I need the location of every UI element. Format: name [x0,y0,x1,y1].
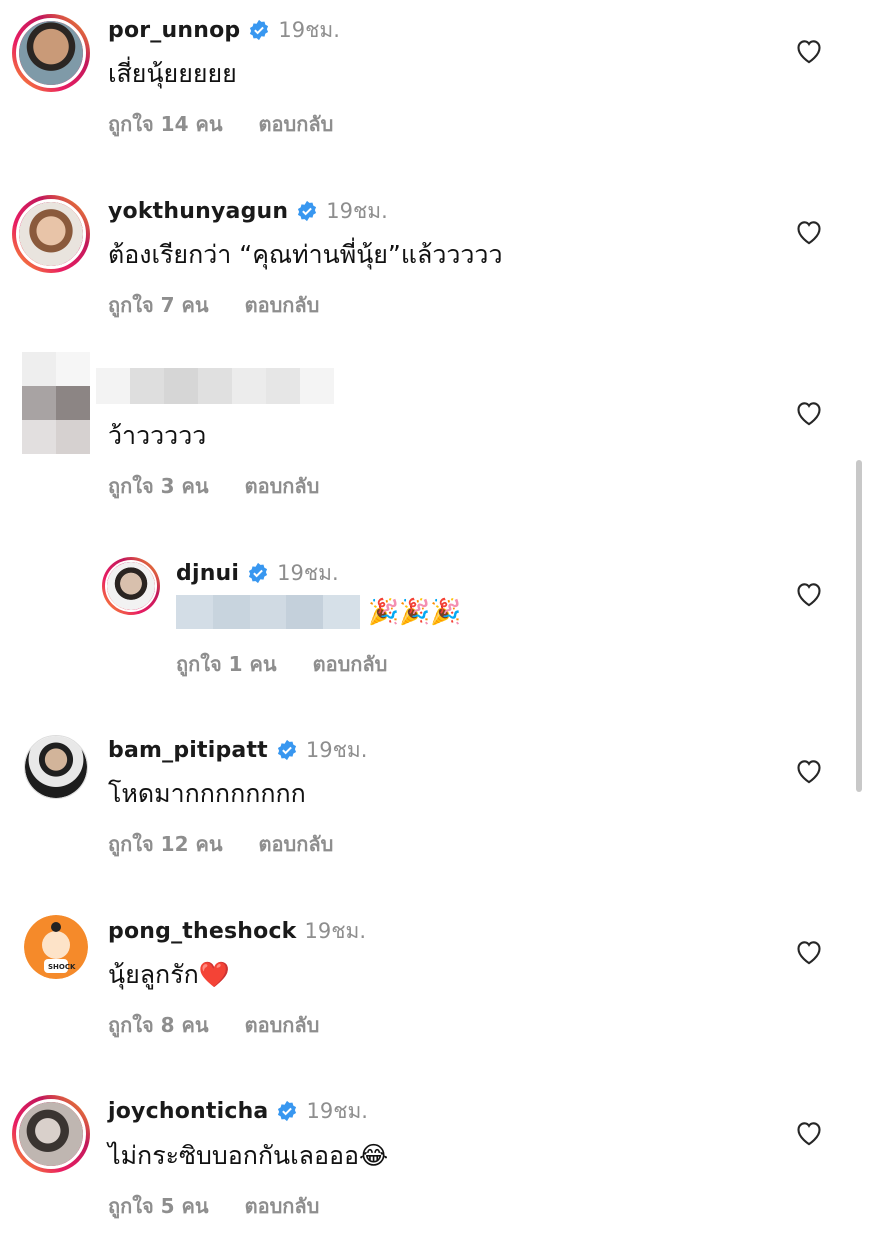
heart-outline-icon[interactable] [795,400,823,426]
avatar[interactable]: SHOCK [24,915,88,979]
username[interactable]: pong_theshock [108,919,297,944]
comment-text: 🎉🎉🎉 [368,597,462,626]
like-count[interactable]: ถูกใจ 12 คน [108,828,223,860]
avatar[interactable] [12,195,90,273]
svg-text:SHOCK: SHOCK [48,963,76,971]
blurred-mention [176,595,360,629]
verified-badge-icon [250,19,269,41]
avatar[interactable] [102,557,160,615]
blurred-avatar [22,352,90,454]
avatar[interactable] [24,735,88,799]
username[interactable]: djnui [176,561,239,586]
reply-button[interactable]: ตอบกลับ [245,1009,320,1041]
blurred-username [96,368,334,404]
username[interactable]: por_unnop [108,18,240,43]
reply-button[interactable]: ตอบกลับ [313,648,388,680]
comment-text: ว้าววววว [108,421,207,450]
verified-badge-icon [278,1100,297,1122]
username[interactable]: joychonticha [108,1099,268,1124]
comment-text-row: 🎉🎉🎉 [176,594,461,630]
reply-button[interactable]: ตอบกลับ [245,1190,320,1222]
comment-text: โหดมากกกกกกกก [108,779,306,808]
timestamp: 19ชม. [326,198,388,223]
reply-button[interactable]: ตอบกลับ [259,828,334,860]
reply-button[interactable]: ตอบกลับ [245,289,320,321]
timestamp: 19ชม. [277,560,339,585]
timestamp: 19ชม. [304,918,367,943]
username[interactable]: yokthunyagun [108,199,288,224]
timestamp: 19ชม. [305,737,368,762]
heart-outline-icon[interactable] [795,758,823,784]
heart-outline-icon[interactable] [795,939,823,965]
comment-text: นุ้ยลูกรัก❤️ [108,960,230,989]
comment-text: ต้องเรียกว่า “คุณท่านพี่นุ้ย”แล้ววววว [108,240,503,269]
heart-outline-icon[interactable] [795,219,823,245]
like-count[interactable]: ถูกใจ 3 คน [108,470,209,502]
timestamp: 19ชม. [306,1098,368,1123]
heart-outline-icon[interactable] [795,581,823,607]
avatar[interactable] [12,14,90,92]
avatar[interactable] [12,1095,90,1173]
like-count[interactable]: ถูกใจ 8 คน [108,1009,209,1041]
reply-button[interactable]: ตอบกลับ [259,108,334,140]
verified-badge-icon [298,200,317,222]
comment-text: เสี่ยนุ้ยยยยย [108,59,237,88]
like-count[interactable]: ถูกใจ 7 คน [108,289,209,321]
cartoon-avatar-icon: SHOCK [24,915,88,979]
heart-outline-icon[interactable] [795,1120,823,1146]
username[interactable]: bam_pitipatt [108,738,268,763]
scrollbar[interactable] [856,460,862,792]
timestamp: 19ชม. [278,17,340,42]
verified-badge-icon [277,739,296,761]
like-count[interactable]: ถูกใจ 14 คน [108,108,223,140]
reply-button[interactable]: ตอบกลับ [245,470,320,502]
verified-badge-icon [249,562,268,584]
like-count[interactable]: ถูกใจ 1 คน [176,648,277,680]
comment-text: ไม่กระซิบบอกกันเลอออ😂 [108,1141,389,1170]
heart-outline-icon[interactable] [795,38,823,64]
like-count[interactable]: ถูกใจ 5 คน [108,1190,209,1222]
